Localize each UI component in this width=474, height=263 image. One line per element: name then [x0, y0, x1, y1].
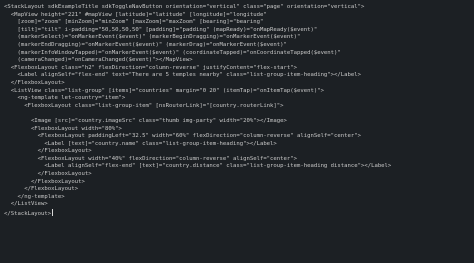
code-area[interactable]: <StackLayout sdkExampleTitle sdkToggleNa… — [4, 4, 474, 217]
code-line[interactable]: (cameraChanged)="onCameraChanged($event)… — [4, 57, 474, 65]
code-line[interactable]: <ListView class="list-group" [items]="co… — [4, 88, 474, 96]
code-line[interactable]: <FlexboxLayout width="40%" flexDirection… — [4, 156, 474, 164]
code-line[interactable]: <Label alignSelf="flex-end" text="There … — [4, 72, 474, 80]
code-line[interactable]: (markerSelect)="onMarkerEvent($event)" (… — [4, 34, 474, 42]
code-line[interactable]: (markerEndDragging)="onMarkerEvent($even… — [4, 42, 474, 50]
code-line[interactable]: <FlexboxLayout class="h2" flexDirection=… — [4, 65, 474, 73]
code-line[interactable]: <StackLayout sdkExampleTitle sdkToggleNa… — [4, 4, 474, 12]
text-cursor — [52, 209, 54, 217]
code-editor[interactable]: <StackLayout sdkExampleTitle sdkToggleNa… — [0, 0, 474, 263]
code-line[interactable]: <Label alignSelf="flex-end" [text]="coun… — [4, 163, 474, 171]
code-line[interactable]: [zoom]="zoom" [minZoom]="minZoom" [maxZo… — [4, 19, 474, 27]
code-line[interactable]: </FlexboxLayout> — [4, 80, 474, 88]
code-line[interactable]: <MapView height="221" #mapView [latitude… — [4, 12, 474, 20]
code-line[interactable] — [4, 110, 474, 118]
code-line[interactable]: </ListView> — [4, 201, 474, 209]
code-line[interactable]: </StackLayout> — [4, 209, 474, 217]
code-line[interactable]: <FlexboxLayout paddingLeft="32.5" width=… — [4, 133, 474, 141]
code-line[interactable]: <FlexboxLayout class="list-group-item" [… — [4, 103, 474, 111]
code-line[interactable]: </FlexboxLayout> — [4, 148, 474, 156]
code-line[interactable]: <Image [src]="country.imageSrc" class="t… — [4, 118, 474, 126]
code-line[interactable]: </FlexboxLayout> — [4, 179, 474, 187]
code-line[interactable]: </FlexboxLayout> — [4, 186, 474, 194]
code-line[interactable]: <ng-template let-country="item"> — [4, 95, 474, 103]
code-line[interactable]: </FlexboxLayout> — [4, 171, 474, 179]
code-line[interactable]: </ng-template> — [4, 194, 474, 202]
code-line[interactable]: <Label [text]="country.name" class="list… — [4, 141, 474, 149]
code-line[interactable]: <FlexboxLayout width="80%"> — [4, 126, 474, 134]
code-line[interactable]: [tilt]="tilt" i-padding="50,50,50,50" [p… — [4, 27, 474, 35]
code-line[interactable]: (markerInfoWindowTapped)="onMarkerEvent(… — [4, 50, 474, 58]
